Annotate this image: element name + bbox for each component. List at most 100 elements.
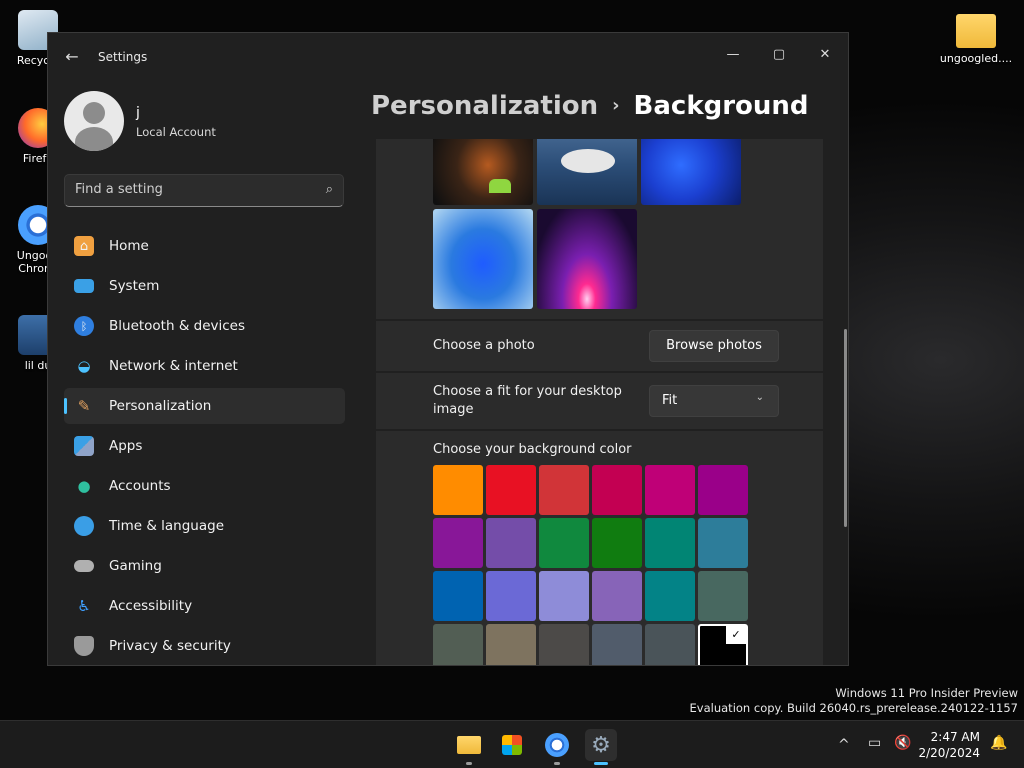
desktop-icon-folder[interactable]: ungoogled.... [936,10,1016,65]
recent-image-thumbnail[interactable] [433,209,533,309]
sidebar-item-bluetooth[interactable]: ᛒ Bluetooth & devices [64,308,345,344]
sidebar-item-system[interactable]: System [64,268,345,304]
back-arrow-icon[interactable]: ← [62,47,82,67]
fit-dropdown[interactable]: Fit ⌄ [649,385,779,417]
color-swatch[interactable] [592,518,642,568]
apps-icon [74,436,94,456]
color-swatch[interactable] [645,571,695,621]
bluetooth-icon: ᛒ [74,316,94,336]
color-swatch[interactable] [592,624,642,665]
sidebar-item-accessibility[interactable]: ♿ Accessibility [64,588,345,624]
avatar[interactable] [64,91,124,151]
sidebar-item-apps[interactable]: Apps [64,428,345,464]
color-swatch[interactable] [486,624,536,665]
color-swatch[interactable] [539,571,589,621]
color-swatch[interactable] [645,518,695,568]
search-icon[interactable]: ⌕ [326,182,333,197]
evaluation-watermark: Windows 11 Pro Insider Preview Evaluatio… [690,686,1018,716]
page-title: Background [633,91,809,121]
duck-shape [561,149,615,173]
settings-window: ← Settings — ▢ ✕ j Local Account ⌕ ⌂ Hom… [47,32,849,666]
taskbar-settings[interactable]: ⚙ [585,729,617,765]
file-explorer-icon [457,736,481,754]
color-swatch[interactable] [539,624,589,665]
recent-images-card [376,139,823,319]
running-indicator [466,762,472,765]
taskbar-chromium[interactable] [541,729,573,765]
sidebar-item-personalization[interactable]: ✎ Personalization [64,388,345,424]
color-swatch[interactable] [486,571,536,621]
fit-dropdown-value: Fit [662,393,678,408]
minimize-button[interactable]: — [710,39,756,71]
sidebar-item-label: Accessibility [109,598,193,614]
color-swatch[interactable]: ✓ [698,624,748,665]
title-bar[interactable]: ← Settings — ▢ ✕ [48,33,848,81]
sidebar-item-privacy[interactable]: Privacy & security [64,628,345,664]
recent-image-thumbnail[interactable] [433,139,533,205]
recent-image-thumbnail[interactable] [537,209,637,309]
sidebar-item-label: Bluetooth & devices [109,318,246,334]
color-swatch[interactable] [645,465,695,515]
search-box[interactable]: ⌕ [64,174,344,207]
sidebar-item-network[interactable]: ◒ Network & internet [64,348,345,384]
content-scrollbar[interactable] [844,329,847,527]
breadcrumb-parent[interactable]: Personalization [371,91,598,121]
color-swatch[interactable] [486,465,536,515]
color-swatch[interactable] [698,518,748,568]
color-swatch[interactable] [433,518,483,568]
sidebar-nav: ⌂ Home System ᛒ Bluetooth & devices ◒ Ne… [64,228,345,665]
notifications-icon[interactable]: 🔔 [990,735,1007,751]
clock-time: 2:47 AM [930,730,980,744]
sidebar-item-label: Network & internet [109,358,238,374]
maximize-button[interactable]: ▢ [756,39,802,71]
color-swatch[interactable] [539,465,589,515]
browse-photos-button[interactable]: Browse photos [649,330,779,362]
avatar-head [83,102,105,124]
taskbar-file-explorer[interactable] [453,729,485,765]
account-type: Local Account [136,125,216,139]
sidebar-item-home[interactable]: ⌂ Home [64,228,345,264]
sidebar-item-gaming[interactable]: Gaming [64,548,345,584]
shield-icon [74,636,94,656]
volume-muted-icon[interactable]: 🔇 [894,735,911,751]
sidebar-item-accounts[interactable]: ● Accounts [64,468,345,504]
color-swatch-grid: ✓ [433,465,753,665]
chevron-down-icon: ⌄ [755,392,764,403]
search-input[interactable] [75,182,305,197]
color-swatch[interactable] [433,624,483,665]
watermark-line-1: Windows 11 Pro Insider Preview [835,686,1018,700]
choose-photo-label: Choose a photo [433,338,535,353]
color-swatch[interactable] [433,465,483,515]
sidebar-item-label: Time & language [109,518,225,534]
sidebar-item-label: Apps [109,438,143,454]
accessibility-icon: ♿ [77,597,91,615]
taskbar-clock[interactable]: 2:47 AM 2/20/2024 [918,729,980,761]
brush-icon: ✎ [77,397,91,415]
tray-overflow-chevron[interactable]: ^ [838,737,850,753]
clock-date: 2/20/2024 [918,746,980,760]
recent-image-thumbnail[interactable] [537,139,637,205]
store-icon [502,735,522,755]
network-icon[interactable]: ▭ [868,735,881,751]
recent-image-thumbnail[interactable] [641,139,741,205]
content-scroll-area[interactable]: Choose a photo Browse photos Choose a fi… [376,139,824,665]
desktop-icon-label: ungoogled.... [939,52,1013,65]
globe-clock-icon [74,516,94,536]
settings-icon: ⚙ [591,732,611,758]
color-swatch[interactable] [486,518,536,568]
home-icon: ⌂ [74,236,94,256]
color-swatch[interactable] [698,571,748,621]
tent-shape [489,179,511,193]
color-swatch[interactable] [592,571,642,621]
color-swatch[interactable] [645,624,695,665]
close-button[interactable]: ✕ [802,39,848,71]
color-swatch[interactable] [433,571,483,621]
color-swatch[interactable] [698,465,748,515]
avatar-body [75,127,113,151]
color-swatch[interactable] [592,465,642,515]
taskbar-store[interactable] [496,729,528,761]
checkmark-icon: ✓ [726,626,746,644]
color-swatch[interactable] [539,518,589,568]
choose-fit-label: Choose a fit for your desktop image [433,384,622,417]
sidebar-item-time-language[interactable]: Time & language [64,508,345,544]
